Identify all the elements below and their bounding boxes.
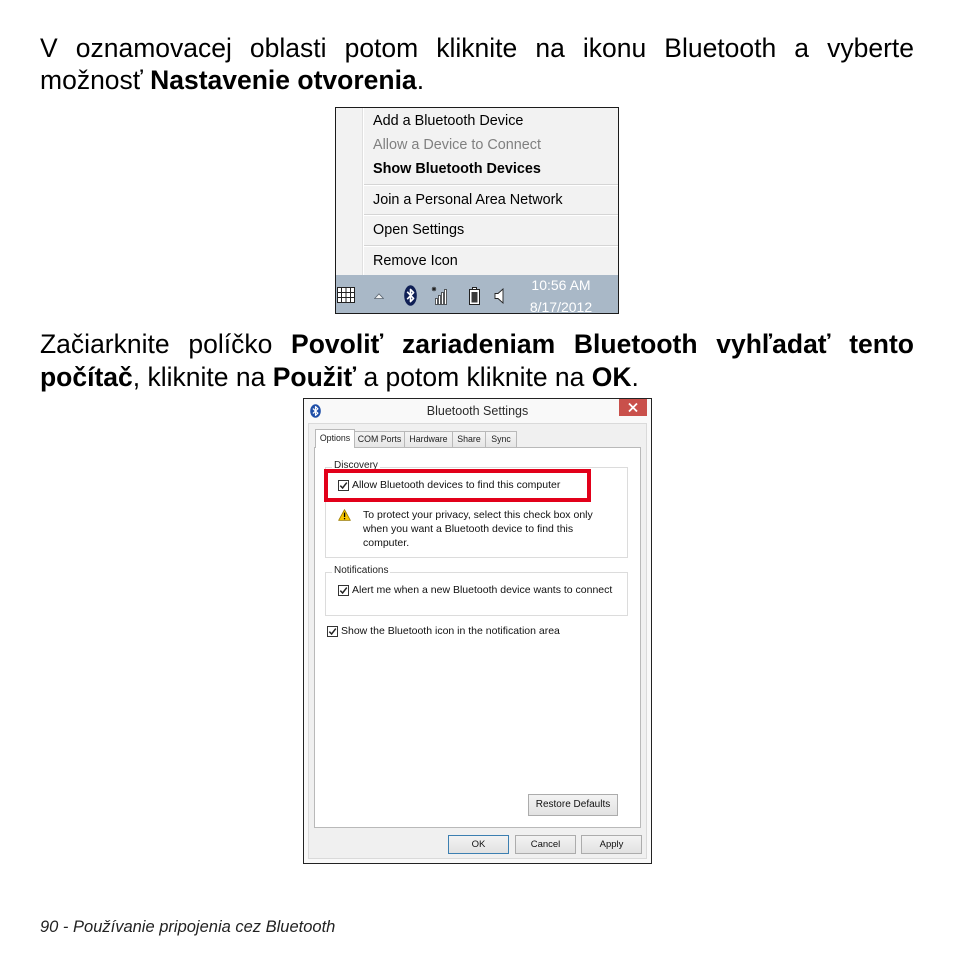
show-hidden-icons-icon[interactable] [374,293,384,299]
menu-item-label: Open Settings [373,222,465,238]
menu-item-join-pan[interactable]: Join a Personal Area Network [364,188,617,212]
menu-item-open-settings[interactable]: Open Settings [364,218,617,242]
keyboard-icon[interactable] [337,287,355,303]
step2-bold-option: počítač [40,362,133,392]
dialog-title: Bluetooth Settings [426,404,529,418]
tab-share[interactable]: Share [453,431,486,447]
menu-separator [364,214,618,216]
menu-item-label: Add a Bluetooth Device [373,113,524,129]
step2-text: , kliknite na [132,362,273,392]
step2-text: Začiarknite políčko [40,329,292,359]
notifications-group-label: Notifications [332,565,391,577]
menu-item-add-device[interactable]: Add a Bluetooth Device [364,109,617,133]
network-signal-icon[interactable] [431,286,448,305]
bluetooth-icon[interactable] [404,285,417,306]
step2-line-1: Začiarknite políčko Povoliť zariadeniam … [40,328,914,360]
checkmark-icon [328,628,337,636]
close-icon [628,402,638,413]
speaker-icon[interactable] [494,287,506,305]
close-button[interactable] [619,399,647,416]
menu-item-label: Allow a Device to Connect [373,137,541,153]
warning-text: To protect your privacy, select this che… [363,509,593,521]
menu-item-show-devices[interactable]: Show Bluetooth Devices [364,157,617,181]
menu-item-label: Show Bluetooth Devices [373,161,541,177]
alert-new-device-checkbox[interactable] [338,585,349,596]
menu-separator [364,245,618,247]
step1-line-2: možnosť Nastavenie otvorenia. [40,64,914,96]
step1-text: možnosť [40,65,151,95]
alert-new-device-label[interactable]: Alert me when a new Bluetooth device wan… [352,583,612,598]
menu-item-remove-icon[interactable]: Remove Icon [364,249,617,273]
tab-hardware[interactable]: Hardware [405,431,453,447]
menu-item-label: Remove Icon [373,253,458,269]
show-tray-icon-checkbox[interactable] [327,626,338,637]
tab-options[interactable]: Options [315,429,355,448]
restore-defaults-button[interactable]: Restore Defaults [528,794,618,816]
step1-bold-option: Nastavenie otvorenia [150,65,417,95]
context-menu-screenshot: Add a Bluetooth Device Allow a Device to… [335,107,619,314]
menu-separator [364,184,618,186]
show-tray-icon-label[interactable]: Show the Bluetooth icon in the notificat… [341,624,560,639]
step1-text: . [416,65,425,95]
step2-bold-ok: OK [591,362,632,392]
step2-bold-apply: Použiť [272,362,357,392]
battery-icon[interactable] [469,287,480,305]
manual-page: { "step1": { "line1": "V oznamovacej obl… [0,0,954,954]
taskbar: 10:56 AM 8/17/2012 [336,275,618,313]
step2-text: . [631,362,639,392]
taskbar-time[interactable]: 10:56 AM [524,276,598,294]
warning-icon [338,509,351,521]
warning-text: computer. [363,537,410,549]
cancel-button[interactable]: Cancel [515,835,576,854]
step2-bold-option: Povoliť zariadeniam Bluetooth vyhľadať t… [291,329,914,359]
tab-com-ports[interactable]: COM Ports [355,431,405,447]
step1-line-1: V oznamovacej oblasti potom kliknite na … [40,32,914,64]
taskbar-date[interactable]: 8/17/2012 [524,298,598,313]
menu-item-allow-device: Allow a Device to Connect [364,133,617,157]
highlight-frame [324,469,591,502]
checkmark-icon [339,587,348,595]
step2-text: a potom kliknite na [356,362,592,392]
bluetooth-settings-dialog: Bluetooth Settings Options COM Ports Har… [303,398,652,864]
step2-line-2: počítač, kliknite na Použiť a potom klik… [40,361,914,393]
menu-item-label: Join a Personal Area Network [373,192,563,208]
page-footer: 90 - Používanie pripojenia cez Bluetooth [40,918,336,936]
tab-sync[interactable]: Sync [486,431,517,447]
apply-button[interactable]: Apply [581,835,642,854]
step1-text: V oznamovacej oblasti potom kliknite na … [40,33,914,63]
warning-text: when you want a Bluetooth device to find… [363,523,574,535]
ok-button[interactable]: OK [448,835,509,854]
